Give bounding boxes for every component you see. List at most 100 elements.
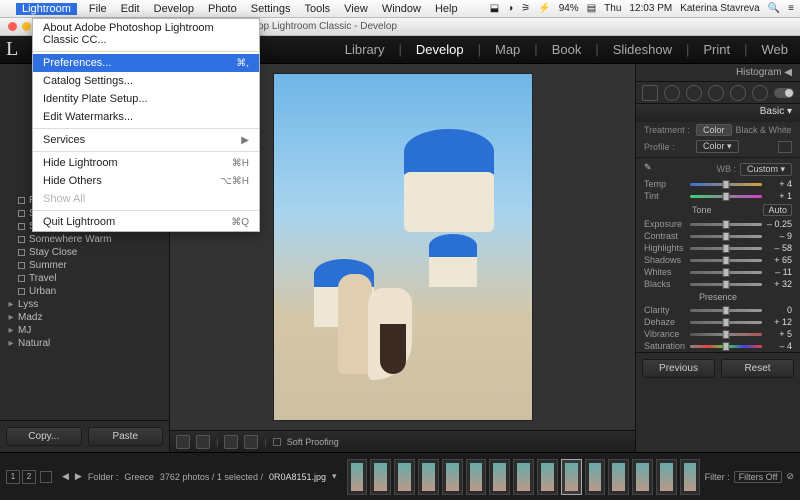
preset-item[interactable]: ▸Lyss <box>6 298 163 311</box>
slider-contrast[interactable]: Contrast– 9 <box>636 230 800 242</box>
user-name[interactable]: Katerina Stavreva <box>680 3 760 14</box>
brush-tool-icon[interactable] <box>752 85 768 101</box>
display-2[interactable]: 2 <box>22 470 36 484</box>
preset-item[interactable]: Summer <box>6 259 163 272</box>
thumbnail[interactable] <box>513 459 534 495</box>
thumbnail[interactable] <box>394 459 415 495</box>
preset-item[interactable]: ▸Natural <box>6 337 163 350</box>
wb-dropdown[interactable]: Custom ▾ <box>740 163 792 176</box>
filter-dropdown[interactable]: Filters Off <box>734 471 783 483</box>
toolbar-icon[interactable] <box>224 435 238 449</box>
macmenu-photo[interactable]: Photo <box>206 3 239 15</box>
close-window-button[interactable] <box>8 22 17 31</box>
display-1[interactable]: 1 <box>6 470 20 484</box>
paste-button[interactable]: Paste <box>88 427 164 446</box>
macmenu-settings[interactable]: Settings <box>249 3 293 15</box>
thumbnail[interactable] <box>561 459 582 495</box>
spotlight-icon[interactable]: 🔍 <box>768 3 780 14</box>
preset-item[interactable]: ▸MJ <box>6 324 163 337</box>
slider-shadows[interactable]: Shadows+ 65 <box>636 254 800 266</box>
nav-dropdown-icon[interactable]: ▾ <box>332 471 337 482</box>
menu-item[interactable]: Catalog Settings... <box>33 72 259 90</box>
thumbnail[interactable] <box>489 459 510 495</box>
dropbox-icon[interactable]: ⬓ <box>490 3 499 14</box>
reset-button[interactable]: Reset <box>721 359 794 378</box>
module-print[interactable]: Print <box>703 42 730 57</box>
treatment-color[interactable]: Color <box>696 124 732 136</box>
preset-item[interactable]: Travel <box>6 272 163 285</box>
menu-item[interactable]: Identity Plate Setup... <box>33 90 259 108</box>
grid-icon[interactable] <box>40 471 52 483</box>
slider-whites[interactable]: Whites– 11 <box>636 266 800 278</box>
macmenu-window[interactable]: Window <box>380 3 423 15</box>
treatment-bw[interactable]: Black & White <box>736 125 792 135</box>
slider-blacks[interactable]: Blacks+ 32 <box>636 278 800 290</box>
slider-vibrance[interactable]: Vibrance+ 5 <box>636 328 800 340</box>
thumbnail[interactable] <box>442 459 463 495</box>
previous-button[interactable]: Previous <box>642 359 715 378</box>
auto-button[interactable]: Auto <box>763 204 792 216</box>
filter-switch-icon[interactable]: ⊘ <box>786 471 794 482</box>
folder-name[interactable]: Greece <box>124 472 154 482</box>
toolbar-icon[interactable] <box>244 435 258 449</box>
thumbnail[interactable] <box>608 459 629 495</box>
module-book[interactable]: Book <box>552 42 582 57</box>
macmenu-tools[interactable]: Tools <box>302 3 332 15</box>
module-slideshow[interactable]: Slideshow <box>613 42 672 57</box>
grad-filter-icon[interactable] <box>708 85 724 101</box>
module-library[interactable]: Library <box>345 42 385 57</box>
slider-tint[interactable]: Tint+ 1 <box>636 190 800 202</box>
thumbnail[interactable] <box>466 459 487 495</box>
menu-extra-icon[interactable]: ≡ <box>788 3 794 14</box>
copy-button[interactable]: Copy... <box>6 427 82 446</box>
preset-item[interactable]: ▸Madz <box>6 311 163 324</box>
nav-next-icon[interactable]: ▶ <box>75 471 82 482</box>
cc-icon[interactable]: ◑ <box>507 3 513 14</box>
wifi-icon[interactable]: ⚞ <box>521 3 530 14</box>
macmenu-view[interactable]: View <box>342 3 370 15</box>
nav-prev-icon[interactable]: ◀ <box>62 471 69 482</box>
loupe-view-icon[interactable] <box>176 435 190 449</box>
thumbnail[interactable] <box>680 459 701 495</box>
thumbnail[interactable] <box>656 459 677 495</box>
menu-item[interactable]: Hide Lightroom⌘H <box>33 154 259 172</box>
thumbnail[interactable] <box>347 459 368 495</box>
module-map[interactable]: Map <box>495 42 520 57</box>
menu-item[interactable]: Preferences...⌘, <box>33 54 259 72</box>
slider-exposure[interactable]: Exposure– 0.25 <box>636 218 800 230</box>
battery-icon[interactable]: ⚡ <box>538 3 550 14</box>
eyedropper-icon[interactable]: ✎ <box>644 162 658 176</box>
histogram-header[interactable]: Histogram ◀ <box>636 64 800 82</box>
panel-switch[interactable] <box>774 88 794 98</box>
menu-item[interactable]: Edit Watermarks... <box>33 108 259 126</box>
crop-tool-icon[interactable] <box>642 85 658 101</box>
thumbnail[interactable] <box>370 459 391 495</box>
macmenu-file[interactable]: File <box>87 3 109 15</box>
preset-item[interactable]: Somewhere Warm <box>6 233 163 246</box>
thumbnail[interactable] <box>585 459 606 495</box>
redeye-tool-icon[interactable] <box>686 85 702 101</box>
profile-browser-icon[interactable] <box>778 141 792 153</box>
module-web[interactable]: Web <box>762 42 789 57</box>
soft-proof-checkbox[interactable] <box>273 438 281 446</box>
basic-header[interactable]: Basic ▾ <box>636 104 800 122</box>
spot-removal-icon[interactable] <box>664 85 680 101</box>
thumbnail[interactable] <box>632 459 653 495</box>
macmenu-edit[interactable]: Edit <box>119 3 142 15</box>
menu-item[interactable]: Hide Others⌥⌘H <box>33 172 259 190</box>
module-develop[interactable]: Develop <box>416 42 464 57</box>
thumbnail[interactable] <box>418 459 439 495</box>
flag-icon[interactable]: ▤ <box>587 3 596 14</box>
minimize-window-button[interactable] <box>22 22 31 31</box>
preset-item[interactable]: Urban <box>6 285 163 298</box>
slider-dehaze[interactable]: Dehaze+ 12 <box>636 316 800 328</box>
thumbnail[interactable] <box>537 459 558 495</box>
macmenu-help[interactable]: Help <box>433 3 460 15</box>
menu-item[interactable]: Quit Lightroom⌘Q <box>33 213 259 231</box>
before-after-icon[interactable] <box>196 435 210 449</box>
macmenu-app[interactable]: Lightroom <box>16 3 77 15</box>
macmenu-develop[interactable]: Develop <box>152 3 196 15</box>
preset-item[interactable]: Stay Close <box>6 246 163 259</box>
menu-item[interactable]: About Adobe Photoshop Lightroom Classic … <box>33 19 259 49</box>
slider-temp[interactable]: Temp+ 4 <box>636 178 800 190</box>
